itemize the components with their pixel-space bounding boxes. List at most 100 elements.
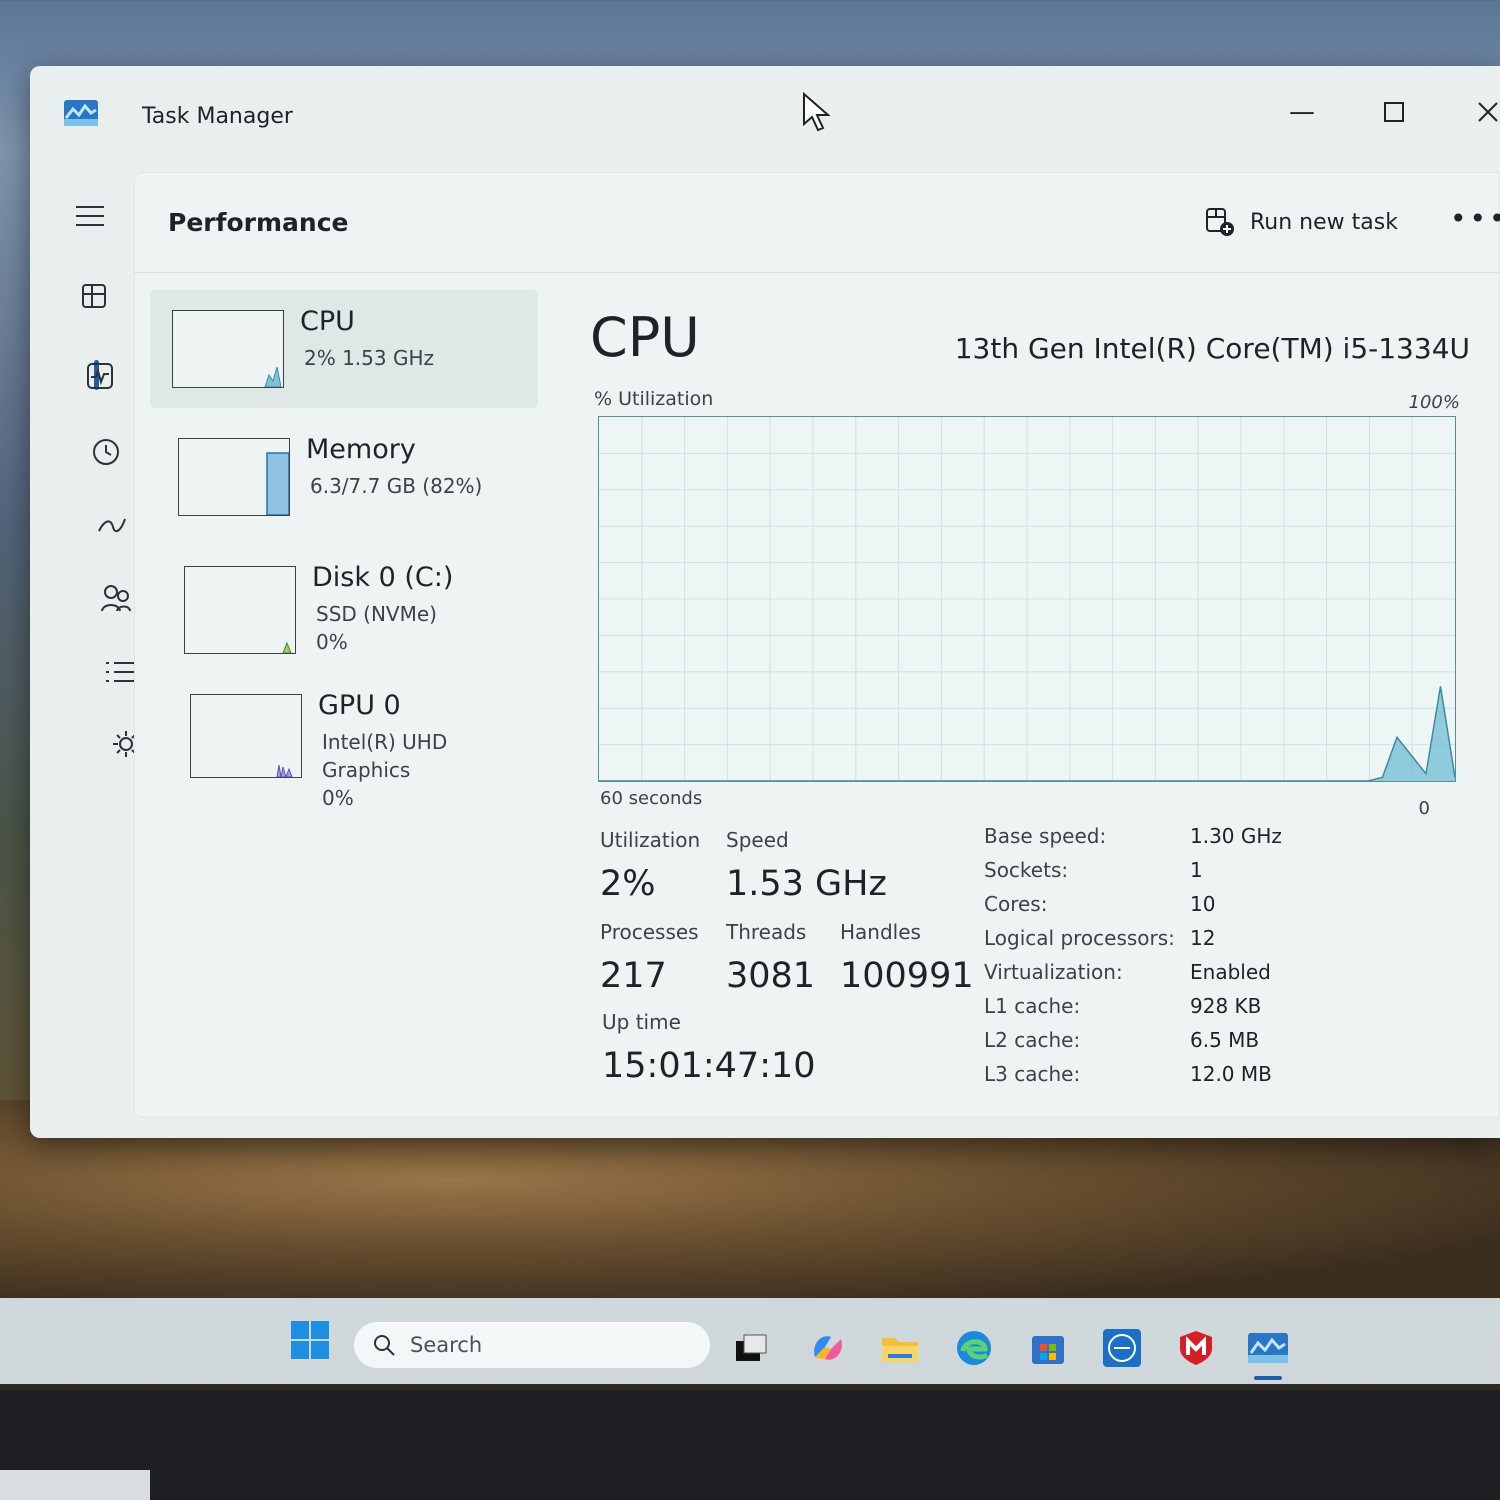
taskbar-search-box[interactable]: Search [354,1322,710,1368]
close-button[interactable] [1458,82,1500,142]
spec-label: Base speed: [984,824,1107,848]
nav-users[interactable] [96,578,136,618]
file-explorer-button[interactable] [880,1328,920,1368]
nav-startup-apps[interactable] [92,506,132,546]
taskbar-active-indicator [1254,1376,1282,1380]
spec-label: Sockets: [984,858,1069,882]
nav-app-history[interactable] [86,432,126,472]
more-options-button[interactable]: ••• [1450,202,1500,235]
navigation-sidebar [60,176,139,1176]
spec-label: Cores: [984,892,1048,916]
max-axis-label: 100% [1408,392,1460,413]
copilot-icon [814,1336,842,1360]
startup-icon [98,518,126,533]
spec-value: Enabled [1190,960,1271,984]
bezel-highlight [0,1470,150,1500]
spec-value: 1.30 GHz [1190,824,1282,848]
page-title: Performance [168,208,349,237]
edge-browser-button[interactable] [954,1328,994,1368]
time-axis-label: 60 seconds [600,788,703,809]
spec-value: 928 KB [1190,994,1262,1018]
window-title: Task Manager [142,104,293,129]
dell-app-button[interactable] [1102,1328,1142,1368]
history-icon [93,439,119,465]
mcafee-button[interactable] [1176,1328,1216,1368]
task-manager-taskbar-button[interactable] [1248,1328,1288,1368]
minimize-icon: — [1289,97,1315,127]
search-icon [374,1335,395,1356]
taskbar: Search [0,1298,1500,1384]
nav-processes[interactable] [74,276,114,316]
stat-handles: Handles 100991 [840,920,974,996]
windows-start-icon[interactable] [290,1320,330,1360]
users-icon [101,585,131,612]
task-view-button[interactable] [730,1328,770,1368]
processes-icon [82,284,106,308]
spec-label: Virtualization: [984,960,1123,984]
edge-icon [957,1331,991,1365]
maximize-icon [1384,102,1404,122]
spec-value: 1 [1190,858,1203,882]
run-new-task-label: Run new task [1250,209,1398,235]
resource-name: CPU [300,306,355,337]
store-icon [1032,1336,1064,1364]
resource-item-cpu[interactable]: CPU 2% 1.53 GHz [150,290,538,408]
stat-speed: Speed 1.53 GHz [726,828,887,904]
minimize-button[interactable]: — [1272,82,1332,142]
utilization-axis-label: % Utilization [594,388,714,410]
task-manager-window: Task Manager — Performance Run new task … [30,66,1500,1138]
resource-list: CPU 2% 1.53 GHz Memory 6.3/7.7 GB (82%) … [150,290,538,810]
folder-icon [882,1338,918,1362]
stat-threads: Threads 3081 [726,920,816,996]
spec-value: 10 [1190,892,1216,916]
search-placeholder: Search [410,1333,483,1357]
resource-item-memory[interactable]: Memory 6.3/7.7 GB (82%) [150,418,538,536]
spec-value: 6.5 MB [1190,1028,1260,1052]
stat-processes: Processes 217 [600,920,699,996]
run-new-task-button[interactable]: Run new task [1204,206,1398,238]
hamburger-menu-button[interactable] [70,196,110,236]
resource-item-disk[interactable]: Disk 0 (C:) SSD (NVMe) 0% [150,546,538,664]
page-header: Performance Run new task ••• [134,172,1500,273]
resource-name: GPU 0 [318,690,401,721]
cpu-thumbnail-graph [172,310,284,388]
details-list-icon [106,662,134,682]
task-view-icon [736,1334,767,1361]
mouse-pointer-icon [803,92,831,132]
microsoft-store-button[interactable] [1028,1328,1068,1368]
cpu-utilization-graph [598,416,1456,782]
cpu-model-name: 13th Gen Intel(R) Core(TM) i5-1334U [954,332,1470,365]
maximize-button[interactable] [1364,82,1424,142]
memory-thumbnail-graph [178,438,290,516]
disk-thumbnail-graph [184,566,296,654]
nav-performance[interactable] [80,356,120,396]
spec-label: L1 cache: [984,994,1081,1018]
gpu-thumbnail-graph [190,694,302,779]
stat-uptime: Up time 15:01:47:10 [602,1010,816,1086]
hamburger-icon [76,206,104,226]
resource-name: Disk 0 (C:) [312,562,454,593]
spec-label: Logical processors: [984,926,1175,950]
run-task-icon [1206,208,1234,236]
resource-detail: Intel(R) UHD Graphics 0% [322,730,448,810]
title-bar[interactable]: Task Manager — [30,66,1500,170]
resource-detail: 6.3/7.7 GB (82%) [310,474,483,498]
resource-detail: SSD (NVMe) 0% [316,602,437,654]
stat-utilization: Utilization 2% [600,828,701,904]
task-manager-app-icon [64,100,98,126]
spec-label: L3 cache: [984,1062,1081,1086]
content-panel: Performance Run new task ••• CPU 2% 1.53… [134,172,1500,1118]
resource-detail: 2% 1.53 GHz [304,346,435,370]
min-axis-label: 0 [1418,798,1430,819]
resource-name: Memory [306,434,416,465]
detail-title: CPU [590,306,700,369]
close-icon [1478,102,1498,122]
mcafee-shield-icon [1180,1331,1212,1365]
resource-item-gpu[interactable]: GPU 0 Intel(R) UHD Graphics 0% [150,674,538,810]
dell-icon [1103,1329,1141,1367]
performance-icon [87,363,113,389]
spec-value: 12 [1190,926,1216,950]
spec-label: L2 cache: [984,1028,1081,1052]
laptop-bezel [0,1390,1500,1500]
copilot-button[interactable] [808,1328,848,1368]
